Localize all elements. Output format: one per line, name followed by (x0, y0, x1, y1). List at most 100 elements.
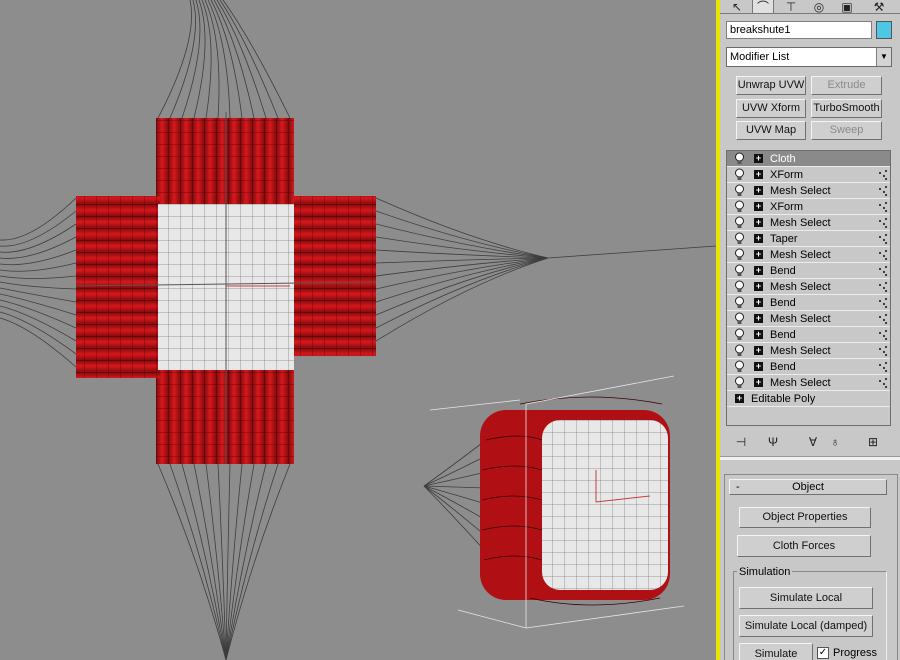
expand-icon[interactable]: + (754, 250, 763, 259)
viewport-scene (0, 0, 717, 660)
lightbulb-icon[interactable] (734, 360, 745, 374)
cloth-forces-button[interactable]: Cloth Forces (737, 535, 871, 557)
stack-item-label: XForm (770, 201, 803, 213)
stack-item[interactable]: + Bend (727, 263, 890, 279)
expand-icon[interactable]: + (754, 378, 763, 387)
stack-item[interactable]: + Cloth (727, 151, 890, 167)
expand-icon[interactable]: + (754, 154, 763, 163)
expand-icon[interactable]: + (754, 282, 763, 291)
lightbulb-icon[interactable] (734, 200, 745, 214)
turbosmooth-button[interactable]: TurboSmooth (811, 99, 882, 118)
lightbulb-icon[interactable] (734, 376, 745, 390)
object-properties-button[interactable]: Object Properties (739, 507, 871, 528)
expand-icon[interactable]: + (754, 218, 763, 227)
stack-item[interactable]: + Mesh Select (727, 343, 890, 359)
stack-item[interactable]: + XForm (727, 199, 890, 215)
make-unique-icon[interactable]: ∀ (804, 434, 822, 450)
stack-item-label: Mesh Select (770, 249, 831, 261)
modifier-dots-icon (878, 249, 888, 261)
lightbulb-icon[interactable] (734, 296, 745, 310)
lightbulb-icon[interactable] (734, 264, 745, 278)
uvw-map-button[interactable]: UVW Map (736, 121, 806, 140)
modifier-list-dropdown[interactable]: Modifier List ▼ (726, 47, 892, 67)
expand-icon[interactable]: + (754, 298, 763, 307)
stack-item-label: Mesh Select (770, 185, 831, 197)
stack-item-label: Mesh Select (770, 281, 831, 293)
modifier-dots-icon (878, 281, 888, 293)
object-rollout: - Object Object Properties Cloth Forces … (724, 474, 898, 660)
simulate-button[interactable]: Simulate (739, 643, 813, 660)
expand-icon[interactable]: + (754, 186, 763, 195)
simulation-group-label: Simulation (737, 566, 793, 578)
stack-base-object[interactable]: + Editable Poly (727, 391, 890, 407)
lightbulb-icon[interactable] (734, 216, 745, 230)
stack-toolbar: ⊣ Ψ ∀ ♁ ⊞ (726, 432, 892, 452)
show-end-result-icon[interactable]: Ψ (764, 434, 782, 450)
panel-separator (720, 456, 900, 460)
hierarchy-tab[interactable]: ⊤ (780, 0, 802, 14)
expand-icon[interactable]: + (754, 266, 763, 275)
stack-item[interactable]: + Taper (727, 231, 890, 247)
modifier-stack[interactable]: + Cloth + XForm + Mesh Select + XForm + Mesh Sele… (726, 150, 891, 426)
modify-tab[interactable]: ⌒ (752, 0, 774, 14)
lightbulb-icon[interactable] (734, 280, 745, 294)
configure-modifier-sets-icon[interactable]: ⊞ (864, 434, 882, 450)
modifier-dots-icon (878, 361, 888, 373)
stack-item-label: Bend (770, 297, 796, 309)
stack-item[interactable]: + Bend (727, 295, 890, 311)
stack-item[interactable]: + Mesh Select (727, 247, 890, 263)
lightbulb-icon[interactable] (734, 344, 745, 358)
uvw-xform-button[interactable]: UVW Xform (736, 99, 806, 118)
expand-icon[interactable]: + (754, 362, 763, 371)
stack-item[interactable]: + Mesh Select (727, 183, 890, 199)
expand-icon[interactable]: + (754, 330, 763, 339)
object-name-field[interactable]: breakshute1 (726, 21, 872, 39)
stack-item[interactable]: + Mesh Select (727, 215, 890, 231)
extrude-button[interactable]: Extrude (811, 76, 882, 95)
parachute-inflated-mesh (429, 375, 685, 629)
modifier-dots-icon (878, 313, 888, 325)
expand-icon[interactable]: + (754, 170, 763, 179)
stack-item-label: Bend (770, 361, 796, 373)
stack-item[interactable]: + Mesh Select (727, 375, 890, 391)
stack-item[interactable]: + Bend (727, 327, 890, 343)
perspective-viewport[interactable] (0, 0, 718, 660)
lightbulb-icon[interactable] (734, 248, 745, 262)
stack-item[interactable]: + Mesh Select (727, 311, 890, 327)
display-tab[interactable]: ▣ (836, 0, 858, 14)
stack-item[interactable]: + XForm (727, 167, 890, 183)
pin-stack-icon[interactable]: ⊣ (732, 434, 750, 450)
lightbulb-icon[interactable] (734, 152, 745, 166)
sweep-button[interactable]: Sweep (811, 121, 882, 140)
stack-item[interactable]: + Mesh Select (727, 279, 890, 295)
expand-icon[interactable]: + (754, 202, 763, 211)
simulate-local-button[interactable]: Simulate Local (739, 587, 873, 609)
expand-icon[interactable]: + (735, 394, 744, 403)
create-tab[interactable]: ↖ (726, 0, 748, 14)
utilities-icon: ⚒ (873, 0, 885, 14)
cursor-icon: ↖ (731, 0, 743, 14)
simulate-local-damped-button[interactable]: Simulate Local (damped) (739, 615, 873, 637)
expand-icon[interactable]: + (754, 234, 763, 243)
stack-item[interactable]: + Bend (727, 359, 890, 375)
lightbulb-icon[interactable] (734, 184, 745, 198)
stack-item-label: Taper (770, 233, 798, 245)
lightbulb-icon[interactable] (734, 312, 745, 326)
expand-icon[interactable]: + (754, 346, 763, 355)
modifier-dots-icon (878, 265, 888, 277)
remove-modifier-icon[interactable]: ♁ (826, 434, 844, 450)
display-icon: ▣ (841, 0, 853, 14)
unwrap-uvw-button[interactable]: Unwrap UVW (736, 76, 806, 95)
lightbulb-icon[interactable] (734, 168, 745, 182)
object-color-swatch[interactable] (876, 21, 892, 39)
expand-icon[interactable]: + (754, 314, 763, 323)
modifier-dots-icon (878, 329, 888, 341)
utilities-tab[interactable]: ⚒ (868, 0, 890, 14)
object-rollout-header[interactable]: - Object (729, 479, 887, 495)
progress-checkbox[interactable]: ✓ (817, 647, 829, 659)
lightbulb-icon[interactable] (734, 328, 745, 342)
lightbulb-icon[interactable] (734, 232, 745, 246)
motion-tab[interactable]: ◎ (808, 0, 830, 14)
modifier-dots-icon (878, 233, 888, 245)
stack-item-label: Mesh Select (770, 345, 831, 357)
